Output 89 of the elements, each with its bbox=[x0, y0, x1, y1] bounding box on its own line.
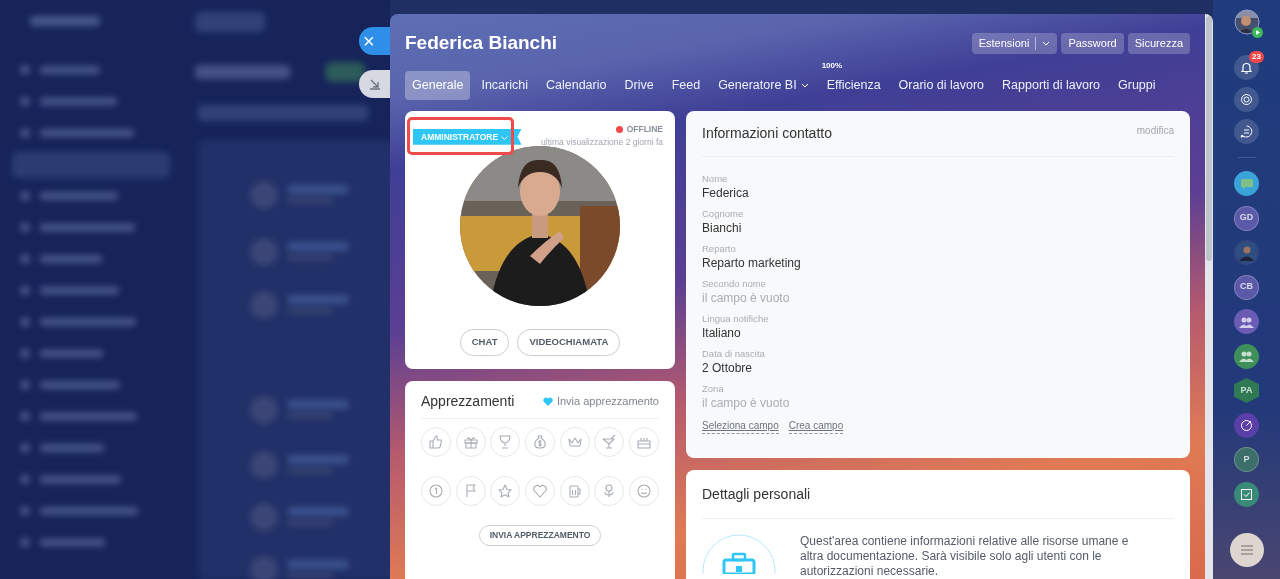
thumbs-up-icon bbox=[427, 432, 445, 451]
close-button[interactable]: × bbox=[359, 27, 390, 55]
chat-icon bbox=[1239, 177, 1254, 190]
tab[interactable]: Rapporti di lavoro bbox=[995, 71, 1108, 100]
chat-button[interactable] bbox=[1234, 171, 1259, 196]
people-icon bbox=[1239, 350, 1254, 362]
caret-icon bbox=[500, 135, 508, 140]
chat-switch-button[interactable] bbox=[1234, 119, 1259, 144]
group-chat-button[interactable] bbox=[1234, 309, 1259, 334]
menu-icon bbox=[1239, 545, 1254, 555]
chat-avatar[interactable]: CB bbox=[1234, 274, 1259, 300]
field-value: il campo è vuoto bbox=[702, 289, 791, 306]
action-button[interactable]: VIDEOCHIAMATA bbox=[517, 329, 621, 356]
cocktail-badge[interactable] bbox=[594, 426, 625, 457]
chat-avatar[interactable]: PA bbox=[1234, 378, 1259, 403]
chat-avatar[interactable]: GD bbox=[1234, 205, 1259, 231]
tab[interactable]: Generale bbox=[405, 71, 471, 100]
profile-name: Federica Bianchi bbox=[405, 31, 558, 55]
cake-badge[interactable] bbox=[628, 426, 659, 457]
spiral-button[interactable] bbox=[1234, 87, 1259, 112]
section-title: Apprezzamenti bbox=[421, 391, 515, 411]
status-label: OFFLINE bbox=[626, 122, 663, 136]
header-button[interactable]: Password bbox=[1061, 32, 1124, 54]
field-value: Bianchi bbox=[702, 219, 743, 236]
field-value: Reparto marketing bbox=[702, 254, 802, 271]
group-chat-button[interactable] bbox=[1234, 343, 1259, 369]
tab[interactable]: Generatore BI bbox=[711, 71, 816, 100]
trophy-badge[interactable] bbox=[490, 426, 521, 457]
heart-icon bbox=[542, 396, 553, 406]
bell-icon bbox=[1240, 61, 1253, 74]
tab[interactable]: Drive bbox=[617, 71, 661, 100]
briefcase-icon bbox=[702, 533, 776, 574]
arrow-icon bbox=[368, 78, 381, 90]
user-avatar[interactable] bbox=[1233, 9, 1260, 35]
last-seen-text: ultima visualizzazione 2 giorni fa bbox=[541, 135, 663, 149]
field-value: Italiano bbox=[702, 324, 742, 341]
action-button[interactable]: CHAT bbox=[459, 329, 510, 356]
tab[interactable]: Gruppi bbox=[1111, 71, 1163, 100]
info-paragraph: Quest'area contiene informazioni relative alle risorse umane e altra documentazione. Sarà visibile solo agli utenti con le autorizzazioni necessarie. bbox=[800, 533, 1130, 579]
minimize-button[interactable] bbox=[359, 70, 390, 98]
flag-badge[interactable] bbox=[455, 475, 486, 506]
header-button[interactable]: Sicurezza bbox=[1127, 32, 1190, 54]
notification-count: 23 bbox=[1249, 51, 1264, 63]
field-value: 2 Ottobre bbox=[702, 359, 754, 376]
send-appreciation-button[interactable]: INVIA APPREZZAMENTO bbox=[478, 524, 602, 546]
field-label: Reparto bbox=[702, 242, 737, 255]
tab[interactable]: Orario di lavoro bbox=[891, 71, 992, 100]
crown-badge[interactable] bbox=[559, 426, 590, 457]
number-one-icon bbox=[427, 481, 445, 500]
field-link[interactable]: Crea campo bbox=[788, 417, 844, 434]
field-label: Secondo nome bbox=[702, 277, 767, 290]
field-label: Lingua notifiche bbox=[702, 312, 770, 325]
heart-badge[interactable] bbox=[524, 475, 555, 506]
extensions-button[interactable]: Estensioni bbox=[971, 32, 1058, 54]
section-title: Dettagli personali bbox=[702, 484, 811, 504]
field-label: Zona bbox=[702, 382, 725, 395]
send-appreciation-link[interactable]: Invia apprezzamento bbox=[556, 393, 659, 410]
smiley-icon bbox=[634, 481, 653, 500]
chat-button[interactable] bbox=[1234, 412, 1259, 438]
beer-mug-badge[interactable] bbox=[559, 475, 590, 506]
chat-avatar[interactable]: P bbox=[1234, 447, 1259, 472]
field-label: Nome bbox=[702, 172, 729, 185]
field-link[interactable]: Seleziona campo bbox=[702, 417, 779, 434]
tasks-button[interactable] bbox=[1234, 481, 1259, 507]
smiley-badge[interactable] bbox=[628, 475, 659, 506]
menu-button[interactable] bbox=[1229, 533, 1264, 567]
star-badge[interactable] bbox=[490, 475, 521, 506]
section-title: Informazioni contatto bbox=[702, 123, 832, 143]
target-icon bbox=[1240, 418, 1253, 432]
gift-badge[interactable] bbox=[455, 426, 486, 457]
scrollbar[interactable] bbox=[1205, 14, 1213, 579]
checkbox-icon bbox=[1240, 487, 1253, 501]
tab-note: 100% bbox=[821, 60, 843, 72]
field-label: Cognome bbox=[702, 207, 745, 220]
field-label: Data di nascita bbox=[702, 347, 766, 360]
field-value: il campo è vuoto bbox=[702, 394, 791, 411]
money-bag-badge[interactable] bbox=[524, 426, 555, 457]
play-icon bbox=[1251, 27, 1263, 38]
tab[interactable]: Calendario bbox=[539, 71, 614, 100]
flower-badge[interactable] bbox=[594, 475, 625, 506]
number-one-badge[interactable] bbox=[421, 475, 451, 506]
tab[interactable]: Incarichi bbox=[474, 71, 535, 100]
chat-avatar[interactable] bbox=[1234, 240, 1259, 265]
field-value: Federica bbox=[702, 184, 750, 201]
notifications-button[interactable] bbox=[1234, 55, 1259, 80]
caret-icon bbox=[1042, 41, 1051, 47]
thumbs-up-badge[interactable] bbox=[421, 426, 451, 457]
tab[interactable]: Feed bbox=[664, 71, 708, 100]
people-icon bbox=[1239, 315, 1254, 328]
